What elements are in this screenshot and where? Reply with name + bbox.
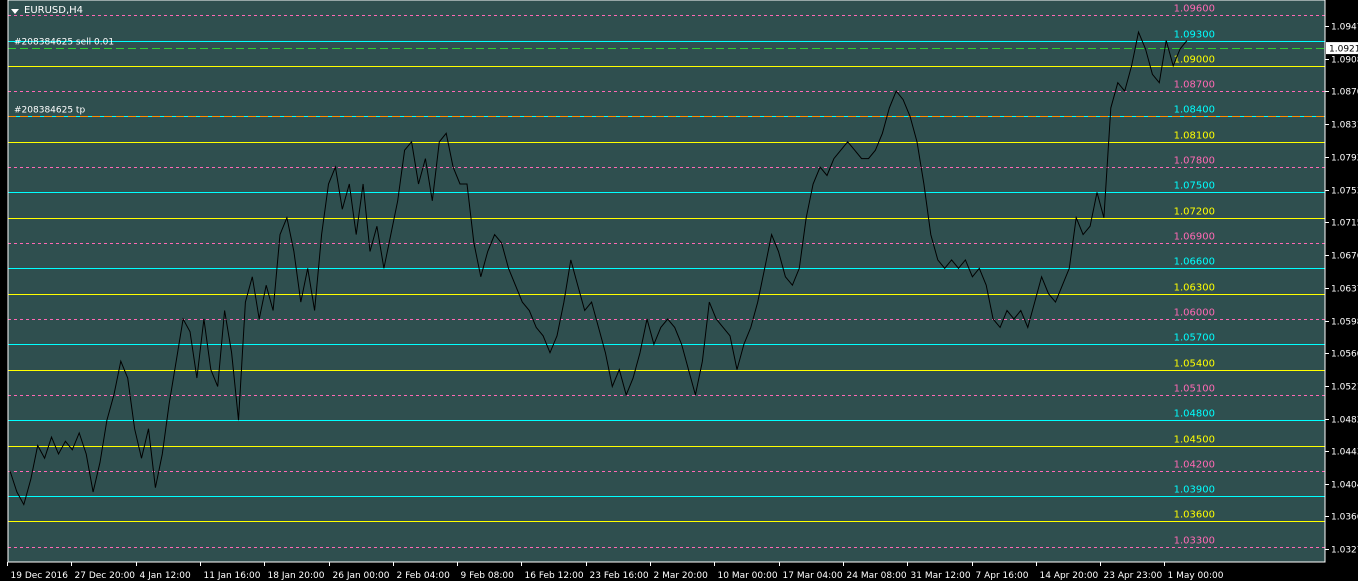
y-tick-label: 1.0521 bbox=[1331, 383, 1358, 393]
current-price-label: 1.0921 bbox=[1329, 45, 1358, 55]
y-tick-label: 1.0753 bbox=[1331, 187, 1358, 197]
x-tick-label: 27 Dec 20:00 bbox=[75, 571, 136, 581]
y-tick-label: 1.0482 bbox=[1331, 416, 1358, 426]
level-label: 1.05400 bbox=[1174, 359, 1215, 370]
level-label: 1.04500 bbox=[1174, 435, 1215, 446]
symbol-title: EURUSD,H4 bbox=[24, 5, 84, 16]
x-tick-label: 4 Jan 12:00 bbox=[140, 571, 192, 581]
level-label: 1.09300 bbox=[1174, 30, 1215, 41]
sell-order-label: #208384625 sell 0.01 bbox=[14, 38, 114, 48]
y-tick-label: 1.0676 bbox=[1331, 252, 1358, 262]
level-label: 1.07500 bbox=[1174, 181, 1215, 192]
level-label: 1.08400 bbox=[1174, 105, 1215, 116]
level-label: 1.09600 bbox=[1174, 4, 1215, 15]
level-label: 1.08100 bbox=[1174, 131, 1215, 142]
x-tick-label: 7 Apr 16:00 bbox=[976, 571, 1029, 581]
x-tick-label: 23 Apr 23:00 bbox=[1104, 571, 1163, 581]
y-tick-label: 1.0404 bbox=[1331, 481, 1358, 491]
x-tick-label: 16 Feb 12:00 bbox=[525, 571, 584, 581]
x-tick-label: 2 Feb 04:00 bbox=[397, 571, 451, 581]
level-label: 1.06900 bbox=[1174, 232, 1215, 243]
current-price-marker: 1.0921 bbox=[1326, 42, 1358, 55]
x-tick-label: 23 Feb 16:00 bbox=[590, 571, 649, 581]
level-label: 1.03900 bbox=[1174, 485, 1215, 496]
x-tick-label: 1 May 00:00 bbox=[1168, 571, 1224, 581]
x-tick-label: 2 Mar 20:00 bbox=[654, 571, 709, 581]
y-tick-label: 1.0908 bbox=[1331, 56, 1358, 66]
y-tick-label: 1.0443 bbox=[1331, 448, 1358, 458]
level-label: 1.06000 bbox=[1174, 308, 1215, 319]
x-tick-label: 10 Mar 00:00 bbox=[718, 571, 778, 581]
level-label: 1.09000 bbox=[1174, 55, 1215, 66]
level-label: 1.05700 bbox=[1174, 333, 1215, 344]
y-tick-label: 1.0327 bbox=[1331, 546, 1358, 556]
level-label: 1.06300 bbox=[1174, 283, 1215, 294]
y-tick-label: 1.0870 bbox=[1331, 88, 1358, 98]
level-label: 1.04200 bbox=[1174, 460, 1215, 471]
y-tick-label: 1.0947 bbox=[1331, 23, 1358, 33]
y-tick-label: 1.0792 bbox=[1331, 154, 1358, 164]
x-tick-label: 14 Apr 20:00 bbox=[1040, 571, 1099, 581]
level-label: 1.06600 bbox=[1174, 257, 1215, 268]
level-label: 1.03600 bbox=[1174, 510, 1215, 521]
x-tick-label: 17 Mar 04:00 bbox=[783, 571, 843, 581]
level-label: 1.07200 bbox=[1174, 207, 1215, 218]
x-tick-label: 9 Feb 08:00 bbox=[461, 571, 515, 581]
level-label: 1.04800 bbox=[1174, 409, 1215, 420]
chart-menu-triangle-icon[interactable] bbox=[11, 9, 19, 14]
x-tick-label: 31 Mar 12:00 bbox=[911, 571, 971, 581]
x-tick-label: 19 Dec 2016 bbox=[11, 571, 69, 581]
level-label: 1.05100 bbox=[1174, 384, 1215, 395]
y-tick-label: 1.0637 bbox=[1331, 285, 1358, 295]
level-label: 1.07800 bbox=[1174, 156, 1215, 167]
y-tick-label: 1.0560 bbox=[1331, 350, 1358, 360]
y-tick-label: 1.0831 bbox=[1331, 121, 1358, 131]
y-tick-label: 1.0598 bbox=[1331, 318, 1358, 328]
level-label: 1.08700 bbox=[1174, 80, 1215, 91]
x-tick-label: 18 Jan 20:00 bbox=[268, 571, 325, 581]
level-label: 1.03300 bbox=[1174, 536, 1215, 547]
x-tick-label: 26 Jan 00:00 bbox=[333, 571, 390, 581]
take-profit-label: #208384625 tp bbox=[14, 106, 85, 116]
x-tick-label: 24 Mar 08:00 bbox=[847, 571, 907, 581]
y-tick-label: 1.0715 bbox=[1331, 219, 1358, 229]
plot-area[interactable] bbox=[8, 0, 1325, 562]
x-tick-label: 11 Jan 16:00 bbox=[204, 571, 261, 581]
price-chart[interactable]: 1.099001.096001.093001.090001.087001.084… bbox=[0, 0, 1358, 581]
y-tick-label: 1.0366 bbox=[1331, 513, 1358, 523]
